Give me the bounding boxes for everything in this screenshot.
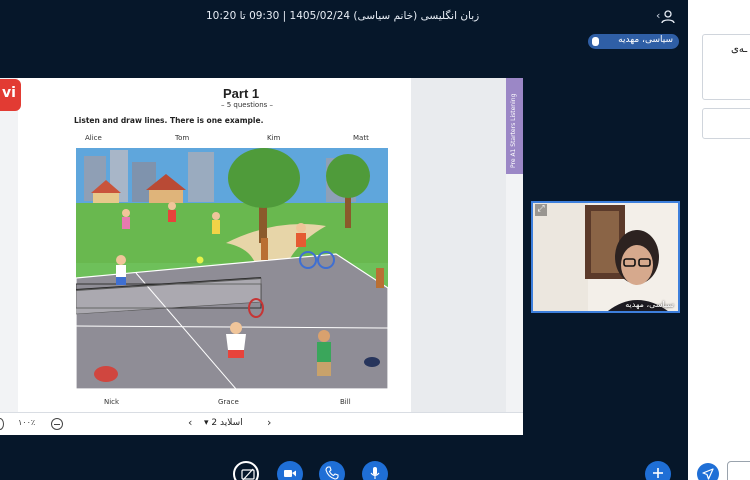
send-button[interactable] (697, 463, 719, 480)
presentation-area: Part 1 – 5 questions – Listen and draw l… (0, 78, 523, 435)
chat-message-text: ـه‌ی (731, 44, 748, 55)
video-button[interactable] (277, 461, 303, 480)
top-name-label: Alice (85, 134, 102, 142)
mic-button[interactable] (362, 461, 388, 480)
actions-button[interactable] (645, 461, 671, 480)
part-title: Part 1 (223, 86, 260, 101)
park-illustration (76, 148, 388, 389)
top-name-label: Kim (267, 134, 281, 142)
chat-message: ـه‌ی (702, 34, 750, 100)
side-tab-label: Pre A1 Starters Listening (510, 93, 517, 168)
phone-button[interactable] (319, 461, 345, 480)
webcam-feed (533, 203, 678, 311)
video-participant-name: سیاسی، مهدیه (625, 300, 674, 309)
prev-slide-button[interactable]: ‹ (188, 416, 192, 429)
user-icon[interactable] (659, 9, 675, 25)
chat-message (702, 108, 750, 139)
meeting-title: زبان انگلیسی (خانم سیاسی) 1405/02/24 | 0… (206, 10, 480, 22)
slide-selector[interactable]: ▾ اسلاید 2 (204, 418, 243, 428)
slide-gutter (411, 78, 506, 412)
bottom-name-label: Nick (104, 398, 120, 406)
video-icon (284, 470, 296, 477)
slide-controls-bar: ۱۰۰٪ ‹ ▾ اسلاید 2 › (0, 412, 523, 435)
top-name-label: Tom (175, 134, 190, 142)
top-name-label: Matt (353, 134, 369, 142)
webcam-video[interactable]: ⤢ سیاسی، مهدیه (531, 201, 680, 313)
send-icon (702, 468, 714, 480)
mic-icon (370, 467, 380, 479)
chat-input[interactable] (727, 461, 750, 480)
slide-number-label: اسلاید 2 (211, 418, 243, 428)
bottom-name-label: Grace (218, 398, 239, 406)
presenter-name: سیاسی، مهدیه (618, 35, 673, 45)
zoom-in-icon[interactable] (0, 418, 4, 430)
zoom-out-icon[interactable] (51, 418, 63, 430)
dropdown-icon: ▾ (204, 418, 209, 428)
back-chevron-icon[interactable]: ‹ (656, 9, 660, 22)
presenter-badge: سیاسی، مهدیه (588, 34, 679, 49)
publisher-logo: vi (0, 79, 21, 111)
mic-icon (592, 37, 599, 46)
bottom-name-label: Bill (340, 398, 351, 406)
zoom-level: ۱۰۰٪ (18, 418, 36, 427)
share-screen-button[interactable] (233, 461, 259, 480)
share-screen-off-icon (241, 468, 255, 480)
next-slide-button[interactable]: › (267, 416, 271, 429)
side-tab: Pre A1 Starters Listening (506, 78, 523, 174)
part-subtitle: – 5 questions – (221, 101, 274, 109)
instruction-text: Listen and draw lines. There is one exam… (74, 116, 264, 125)
phone-icon (325, 466, 339, 480)
plus-icon (653, 468, 663, 478)
expand-icon[interactable]: ⤢ (535, 204, 547, 216)
